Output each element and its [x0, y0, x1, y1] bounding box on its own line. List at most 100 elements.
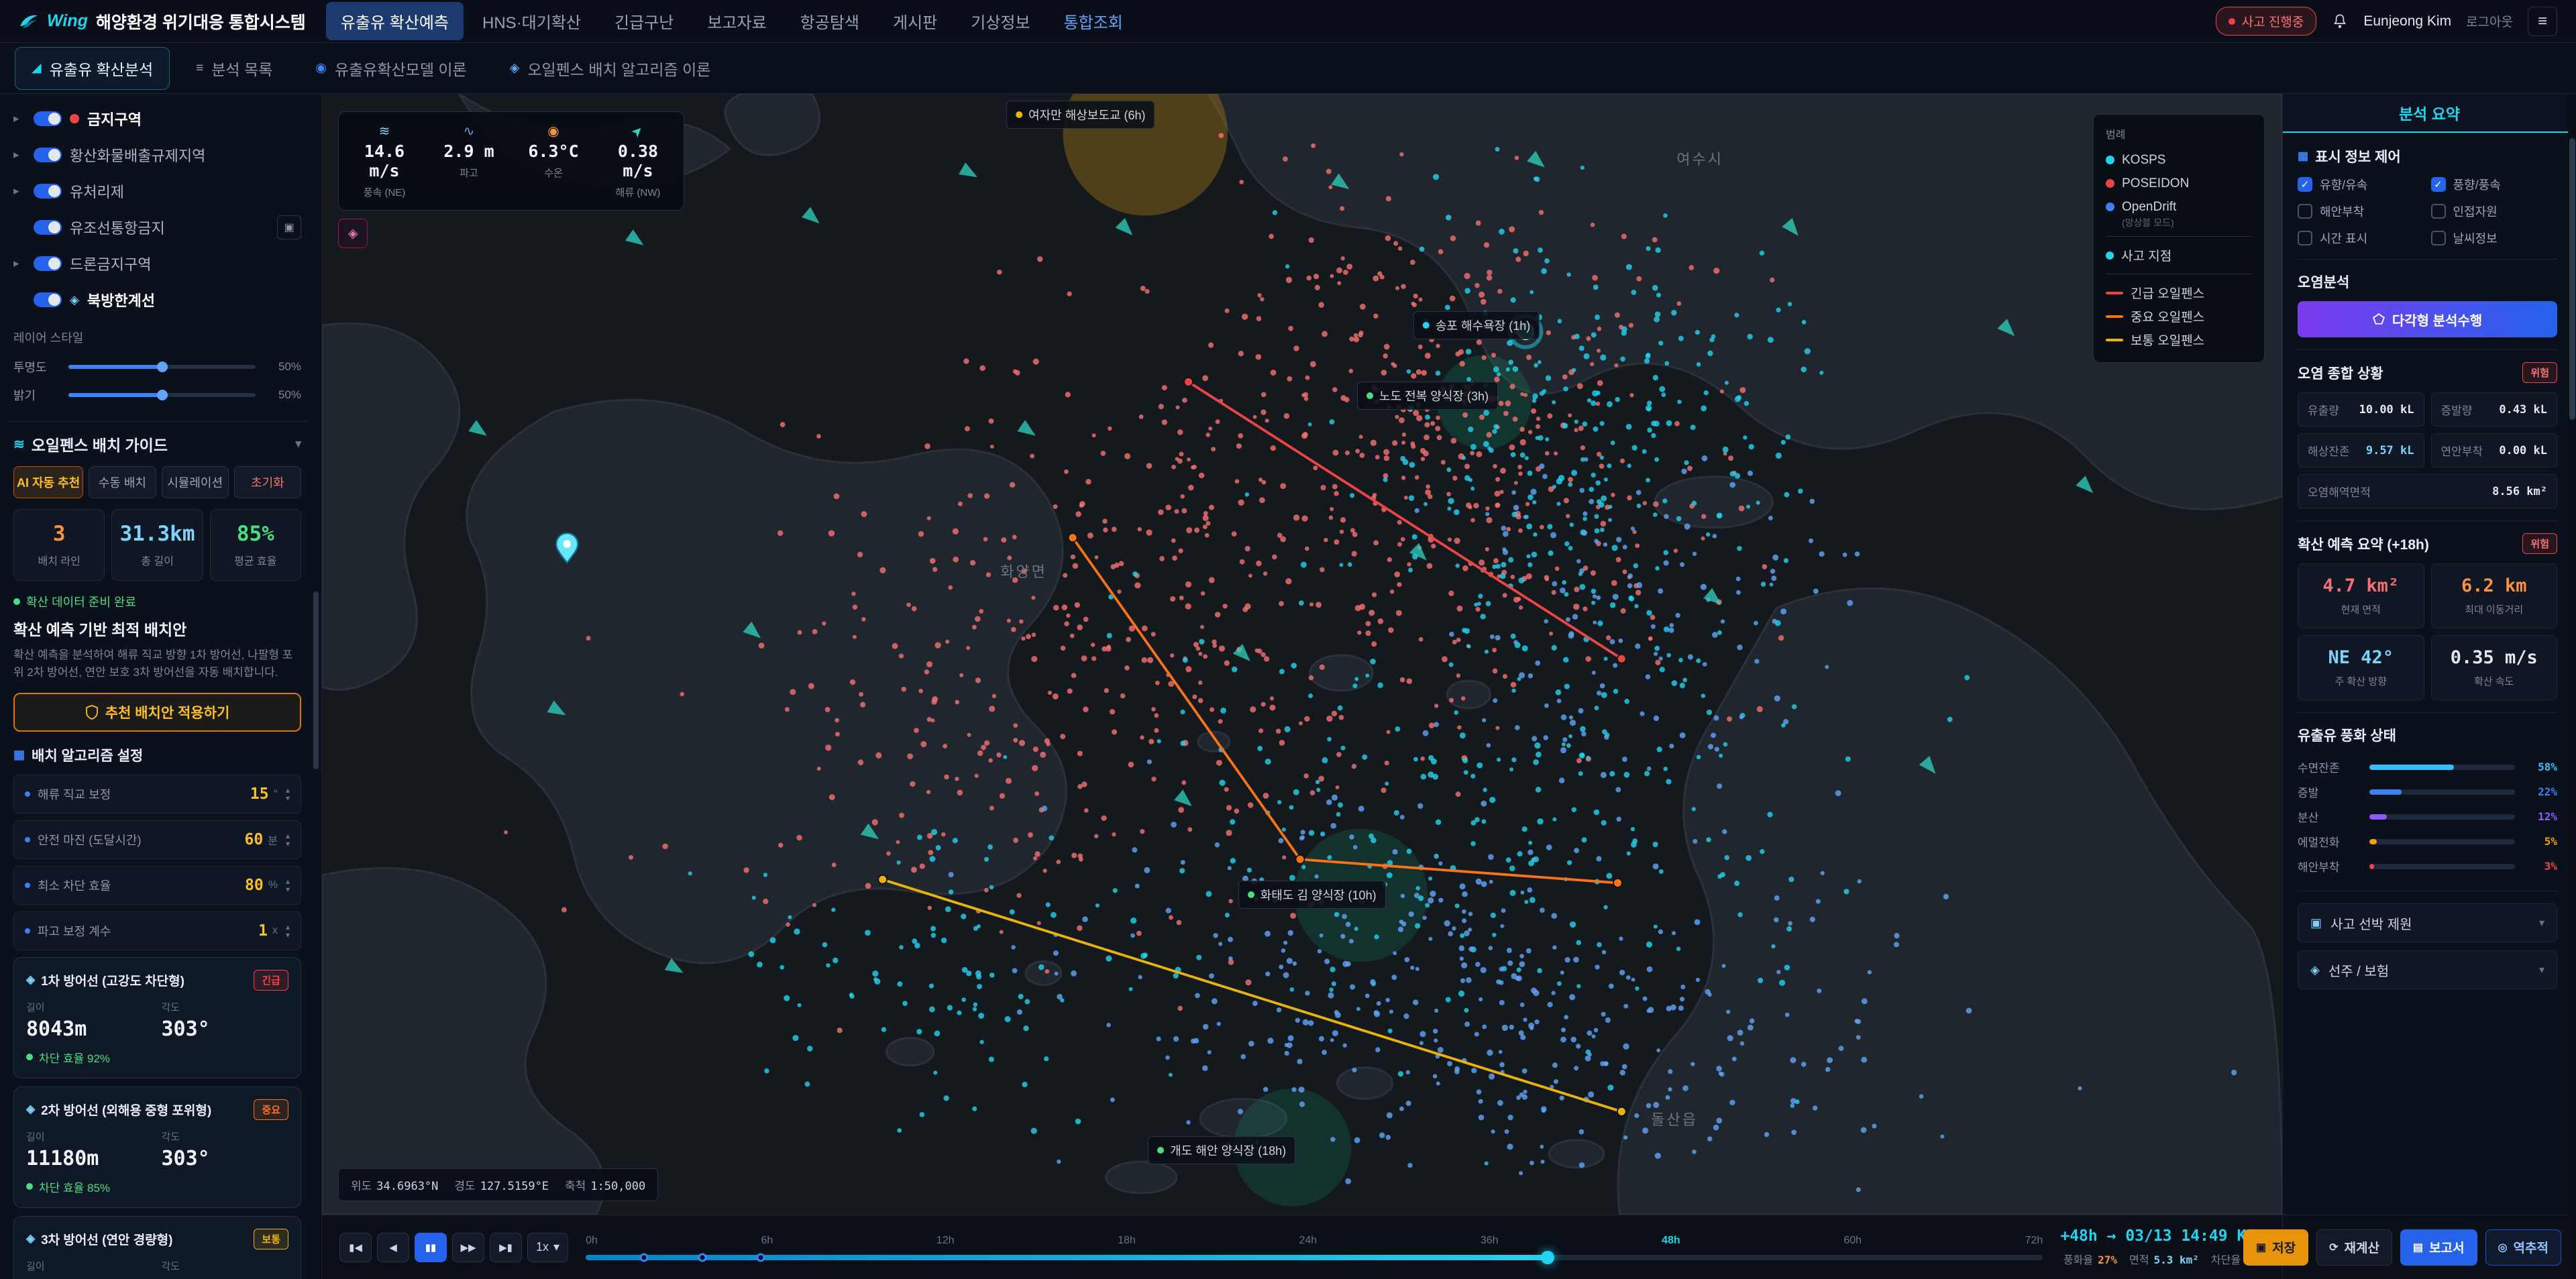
display-option[interactable]: 시간 표시 [2298, 229, 2424, 247]
checkbox[interactable] [2431, 231, 2446, 245]
layer-toggle[interactable] [34, 220, 62, 235]
timeline-tick[interactable]: 18h [1118, 1235, 1136, 1247]
nav-item-6[interactable]: 게시판 [878, 2, 952, 40]
layer-toggle[interactable] [34, 256, 62, 271]
slider-track[interactable] [68, 365, 256, 369]
backtrack-button[interactable]: ◎역추적 [2485, 1229, 2561, 1266]
nav-item-7[interactable]: 기상정보 [956, 2, 1044, 40]
nav-item-3[interactable]: 긴급구난 [600, 2, 688, 40]
slider-knob[interactable] [157, 390, 168, 400]
timeline-tick[interactable]: 48h [1662, 1235, 1680, 1247]
collapsible-section-1[interactable]: ▣사고 선박 제원▾ [2298, 903, 2557, 942]
layer-toggle[interactable] [34, 292, 62, 307]
fence-mode-button-3[interactable]: 시뮬레이션 [162, 466, 229, 498]
scrollbar-thumb[interactable] [313, 592, 319, 769]
analysis-summary-tab[interactable]: 분석 요약 [2283, 94, 2576, 133]
timeline-tick[interactable]: 24h [1299, 1235, 1318, 1247]
poi-label[interactable]: 노도 전복 양식장 (3h) [1357, 382, 1498, 410]
annotation-tool-button[interactable]: ◈ [338, 219, 368, 248]
subtab-3[interactable]: ◉유출유확산모델 이론 [299, 47, 483, 90]
checkbox[interactable] [2298, 204, 2312, 219]
timeline-tick[interactable]: 36h [1481, 1235, 1499, 1247]
pause-button[interactable]: ▮▮ [415, 1233, 447, 1262]
notifications-bell-icon[interactable] [2331, 13, 2349, 30]
map-canvas[interactable]: 여자만 해상보도교 (6h) 송포 해수욕장 (1h) 노도 전복 양식장 (3h)… [322, 94, 2282, 1215]
timeline-tick[interactable]: 0h [586, 1235, 598, 1247]
timeline-event-marker[interactable] [756, 1253, 765, 1262]
speed-select[interactable]: 1x▾ [527, 1233, 568, 1262]
stepper-arrows[interactable]: ▴▾ [286, 832, 290, 848]
collapsible-section-2[interactable]: ◈선주 / 보험▾ [2298, 950, 2557, 989]
timeline-tick[interactable]: 12h [936, 1235, 955, 1247]
stepper-arrows[interactable]: ▴▾ [286, 877, 290, 893]
layer-toggle[interactable] [34, 111, 62, 126]
stepper-arrows[interactable]: ▴▾ [286, 923, 290, 939]
subtab-1[interactable]: ◢유출유 확산분석 [15, 47, 170, 90]
checkbox[interactable]: ✓ [2431, 177, 2446, 192]
display-option[interactable]: 해안부착 [2298, 203, 2424, 220]
stepper-arrows[interactable]: ▴▾ [286, 786, 290, 802]
layer-settings-icon[interactable]: ▣ [277, 215, 301, 239]
menu-icon[interactable]: ≡ [2528, 7, 2557, 36]
expand-caret-icon[interactable]: ▸ [13, 112, 25, 125]
display-option[interactable]: ✓유향/유속 [2298, 176, 2424, 193]
fence-guide-header[interactable]: ≋ 오일펜스 배치 가이드 ▾ [13, 433, 301, 455]
skip-start-button[interactable]: ▮◀ [339, 1233, 372, 1262]
chevron-down-icon[interactable]: ▾ [2539, 916, 2544, 930]
polygon-analysis-button[interactable]: 다각형 분석수행 [2298, 301, 2557, 337]
logout-button[interactable]: 로그아웃 [2466, 12, 2513, 30]
slider-knob[interactable] [157, 362, 168, 372]
recalculate-button[interactable]: ⟳재계산 [2316, 1229, 2392, 1266]
defense-line-card-1[interactable]: ◈1차 방어선 (고강도 차단형)긴급길이8043m각도303°차단 효율 92… [13, 957, 301, 1078]
step-back-button[interactable]: ◀ [377, 1233, 409, 1262]
setting-value[interactable]: 15 [250, 785, 269, 803]
fast-forward-button[interactable]: ▶▶ [452, 1233, 484, 1262]
fence-mode-button-2[interactable]: 수동 배치 [89, 466, 156, 498]
scrollbar-thumb[interactable] [2569, 138, 2575, 420]
subtab-2[interactable]: ≡분석 목록 [179, 47, 289, 90]
timeline-event-marker[interactable] [639, 1253, 648, 1262]
skip-end-button[interactable]: ▶▮ [490, 1233, 522, 1262]
expand-caret-icon[interactable]: ▸ [13, 148, 25, 162]
setting-value[interactable]: 80 [245, 877, 264, 894]
display-option[interactable]: ✓풍향/풍속 [2431, 176, 2558, 193]
nav-item-4[interactable]: 보고자료 [692, 2, 781, 40]
timeline-tick[interactable]: 6h [761, 1235, 773, 1247]
defense-line-card-2[interactable]: ◈2차 방어선 (외해용 중형 포위형)중요길이11180m각도303°차단 효… [13, 1087, 301, 1208]
setting-value[interactable]: 60 [245, 831, 264, 848]
timeline-tick[interactable]: 60h [1843, 1235, 1862, 1247]
save-button[interactable]: ▣저장 [2243, 1229, 2308, 1266]
fence-mode-button-4[interactable]: 초기화 [234, 466, 301, 498]
chevron-down-icon[interactable]: ▾ [2539, 963, 2544, 977]
sidebar-scrollbar[interactable] [313, 94, 320, 1279]
checkbox[interactable]: ✓ [2298, 177, 2312, 192]
layer-toggle[interactable] [34, 148, 62, 162]
checkbox[interactable] [2431, 204, 2446, 219]
timeline-tick[interactable]: 72h [2025, 1235, 2043, 1247]
setting-value[interactable]: 1 [258, 922, 268, 940]
report-button[interactable]: ▤보고서 [2400, 1229, 2477, 1266]
apply-recommendation-button[interactable]: 추천 배치안 적용하기 [13, 693, 301, 732]
fence-mode-button-1[interactable]: AI 자동 추천 [13, 466, 83, 498]
defense-line-card-3[interactable]: ◈3차 방어선 (연안 경량형)보통길이12065m각도288°차단 효율 78… [13, 1216, 301, 1279]
poi-label[interactable]: 개도 해안 양식장 (18h) [1148, 1136, 1295, 1164]
poi-label[interactable]: 여자만 해상보도교 (6h) [1006, 101, 1155, 129]
timeline-handle[interactable] [1541, 1251, 1554, 1264]
subtab-4[interactable]: ◈오일펜스 배치 알고리즘 이론 [493, 47, 728, 90]
expand-caret-icon[interactable]: ▸ [13, 184, 25, 198]
timeline-event-marker[interactable] [698, 1253, 706, 1262]
poi-label[interactable]: 화태도 김 양식장 (10h) [1238, 881, 1386, 909]
nav-item-1[interactable]: 유출유 확산예측 [326, 2, 464, 40]
checkbox[interactable] [2298, 231, 2312, 245]
timeline-track[interactable] [586, 1255, 2043, 1260]
nav-item-2[interactable]: HNS·대기확산 [468, 2, 596, 40]
layer-toggle[interactable] [34, 184, 62, 199]
expand-caret-icon[interactable]: ▸ [13, 257, 25, 270]
display-option[interactable]: 날씨정보 [2431, 229, 2558, 247]
display-option[interactable]: 인접자원 [2431, 203, 2558, 220]
chevron-down-icon[interactable]: ▾ [295, 437, 301, 451]
nav-item-5[interactable]: 항공탐색 [786, 2, 874, 40]
panel-scrollbar[interactable] [2568, 94, 2576, 1279]
slider-track[interactable] [68, 393, 256, 397]
poi-label[interactable]: 송포 해수욕장 (1h) [1413, 311, 1540, 339]
